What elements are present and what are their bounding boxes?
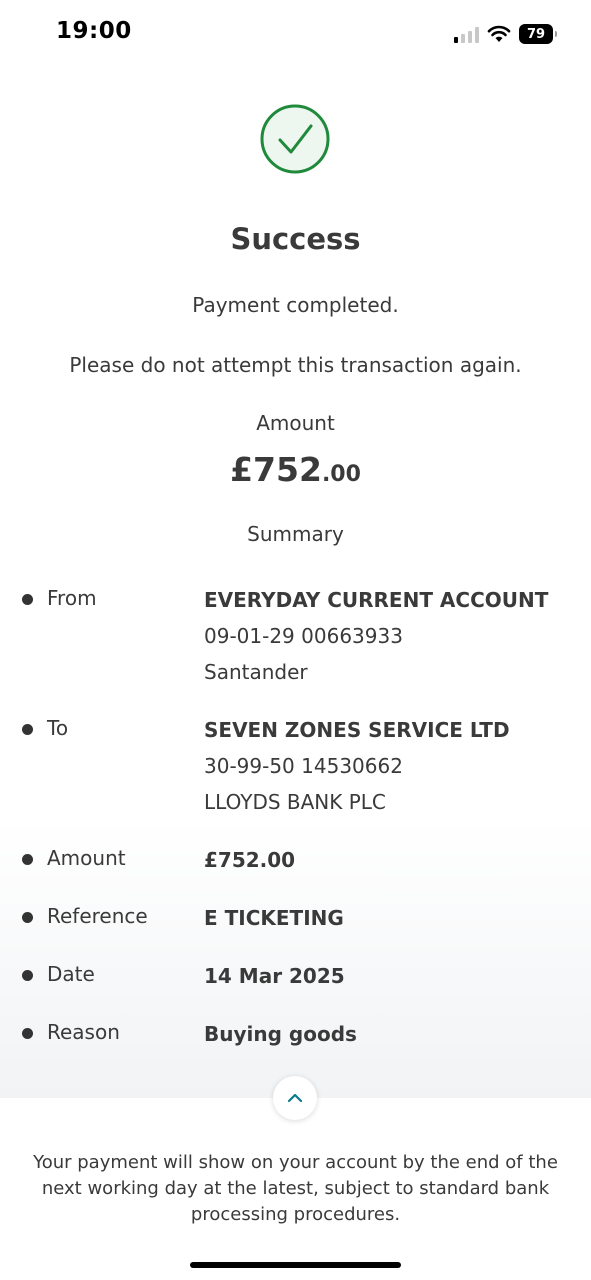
bullet xyxy=(22,912,33,923)
status-message: Payment completed. xyxy=(192,293,399,317)
collapse-summary-button[interactable] xyxy=(273,1076,317,1120)
battery-percent: 79 xyxy=(526,26,546,42)
amount-value: £752.00 xyxy=(0,450,591,489)
summary-reference: E TICKETING xyxy=(204,906,344,930)
summary-heading: Summary xyxy=(247,522,344,546)
row-value: 14 Mar 2025 xyxy=(204,958,345,994)
check-circle-icon xyxy=(260,104,330,174)
amount-pounds: £752 xyxy=(230,450,322,489)
row-label: From xyxy=(47,586,97,610)
page-title: Success xyxy=(230,222,361,256)
status-time: 19:00 xyxy=(56,18,132,44)
row-value: £752.00 xyxy=(204,842,295,878)
row-value: Buying goods xyxy=(204,1016,357,1052)
amount-label: Amount xyxy=(256,411,335,435)
payee-bank: LLOYDS BANK PLC xyxy=(204,790,386,814)
payee-sort-code-account: 30-99-50 14530662 xyxy=(204,754,403,778)
from-account-name: EVERYDAY CURRENT ACCOUNT xyxy=(204,588,549,612)
row-label: Reason xyxy=(47,1020,120,1044)
row-label: Date xyxy=(47,962,95,986)
home-indicator[interactable] xyxy=(190,1262,401,1268)
row-label: Amount xyxy=(47,846,126,870)
amount-pence: .00 xyxy=(321,462,361,487)
row-value: SEVEN ZONES SERVICE LTD 30-99-50 1453066… xyxy=(204,712,510,820)
summary-date: 14 Mar 2025 xyxy=(204,964,345,988)
row-value: E TICKETING xyxy=(204,900,344,936)
summary-reason: Buying goods xyxy=(204,1022,357,1046)
footer-note: Your payment will show on your account b… xyxy=(33,1152,558,1225)
status-icons: 79 xyxy=(454,22,557,46)
chevron-up-icon xyxy=(287,1093,303,1103)
bullet xyxy=(22,594,33,605)
status-bar: 19:00 79 xyxy=(0,0,591,68)
bullet xyxy=(22,724,33,735)
from-bank: Santander xyxy=(204,660,308,684)
battery-icon: 79 xyxy=(519,24,557,44)
bullet xyxy=(22,1028,33,1039)
summary-amount: £752.00 xyxy=(204,848,296,872)
row-label: To xyxy=(47,716,69,740)
row-value: EVERYDAY CURRENT ACCOUNT 09-01-29 006639… xyxy=(204,582,548,690)
payee-name: SEVEN ZONES SERVICE LTD xyxy=(204,718,510,742)
warning-message: Please do not attempt this transaction a… xyxy=(69,353,522,377)
row-label: Reference xyxy=(47,904,148,928)
wifi-icon xyxy=(487,25,511,42)
from-sort-code-account: 09-01-29 00663933 xyxy=(204,624,403,648)
bullet xyxy=(22,970,33,981)
cellular-signal-icon xyxy=(454,25,479,43)
bullet xyxy=(22,854,33,865)
